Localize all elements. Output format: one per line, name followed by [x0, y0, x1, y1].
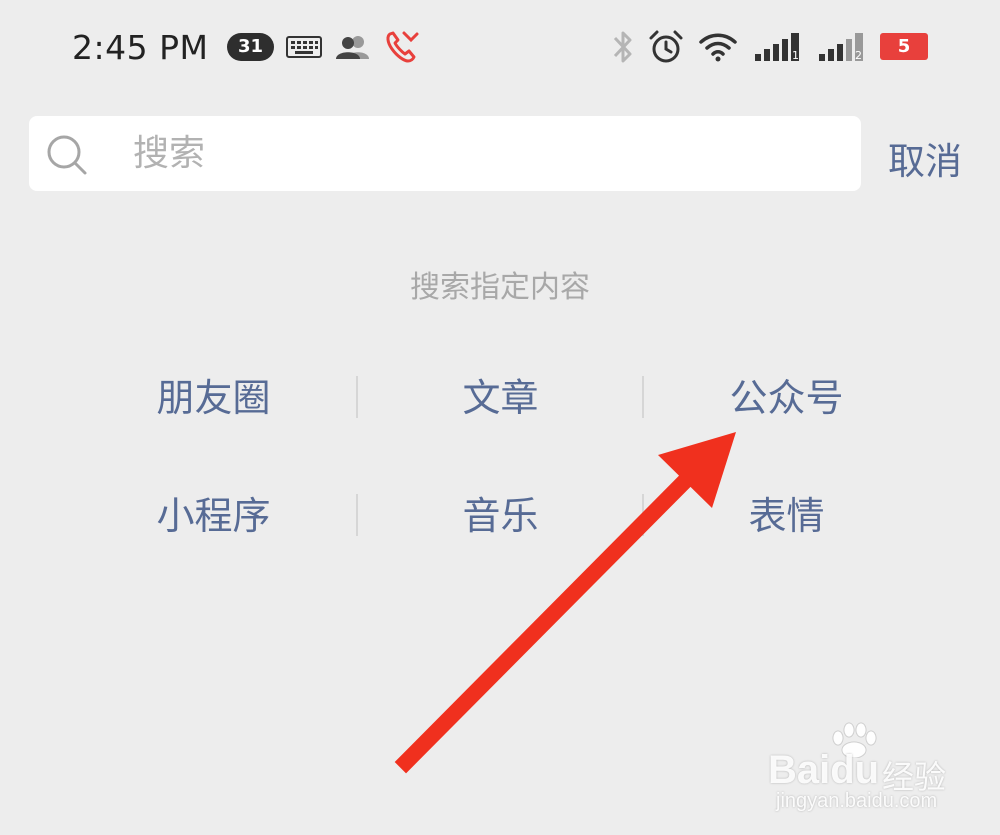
- svg-text:2: 2: [855, 49, 862, 62]
- search-bar[interactable]: [29, 116, 861, 191]
- search-input[interactable]: [133, 116, 833, 191]
- category-row: 小程序 音乐 表情: [70, 480, 930, 598]
- wifi-icon: [699, 33, 737, 62]
- alarm-icon: [649, 30, 683, 63]
- category-articles[interactable]: 文章: [357, 362, 644, 434]
- keyboard-icon: [286, 36, 322, 58]
- battery-icon: 5: [880, 33, 928, 60]
- category-moments[interactable]: 朋友圈: [70, 362, 357, 434]
- section-hint: 搜索指定内容: [410, 270, 590, 305]
- search-screen: 2:45 PM 31 1 2 5 搜索 取消 搜索指定内容 朋友圈 文章 公众号…: [0, 0, 1000, 835]
- baidu-watermark: Baidu 经验 jingyan.baidu.com: [762, 722, 982, 822]
- category-mini-programs[interactable]: 小程序: [70, 480, 357, 552]
- category-stickers[interactable]: 表情: [643, 480, 930, 552]
- missed-call-icon: [386, 31, 419, 63]
- contacts-icon: [336, 36, 369, 59]
- watermark-url: jingyan.baidu.com: [776, 790, 938, 812]
- category-row: 朋友圈 文章 公众号: [70, 362, 930, 480]
- category-official-accounts[interactable]: 公众号: [643, 362, 930, 434]
- status-time: 2:45 PM: [72, 28, 209, 67]
- signal-sim1-icon: 1: [755, 33, 799, 62]
- cancel-button[interactable]: 取消: [888, 131, 978, 183]
- signal-sim2-icon: 2: [819, 33, 863, 62]
- category-music[interactable]: 音乐: [357, 480, 644, 552]
- notification-badge: 31: [227, 33, 274, 61]
- svg-text:1: 1: [792, 49, 799, 62]
- status-bar: 2:45 PM 31 1 2 5: [0, 0, 1000, 96]
- bluetooth-icon: [613, 31, 632, 63]
- category-grid: 朋友圈 文章 公众号 小程序 音乐 表情: [70, 362, 930, 598]
- search-icon: [47, 135, 87, 175]
- battery-level: 5: [897, 36, 911, 57]
- watermark-brand: Baidu: [768, 748, 880, 792]
